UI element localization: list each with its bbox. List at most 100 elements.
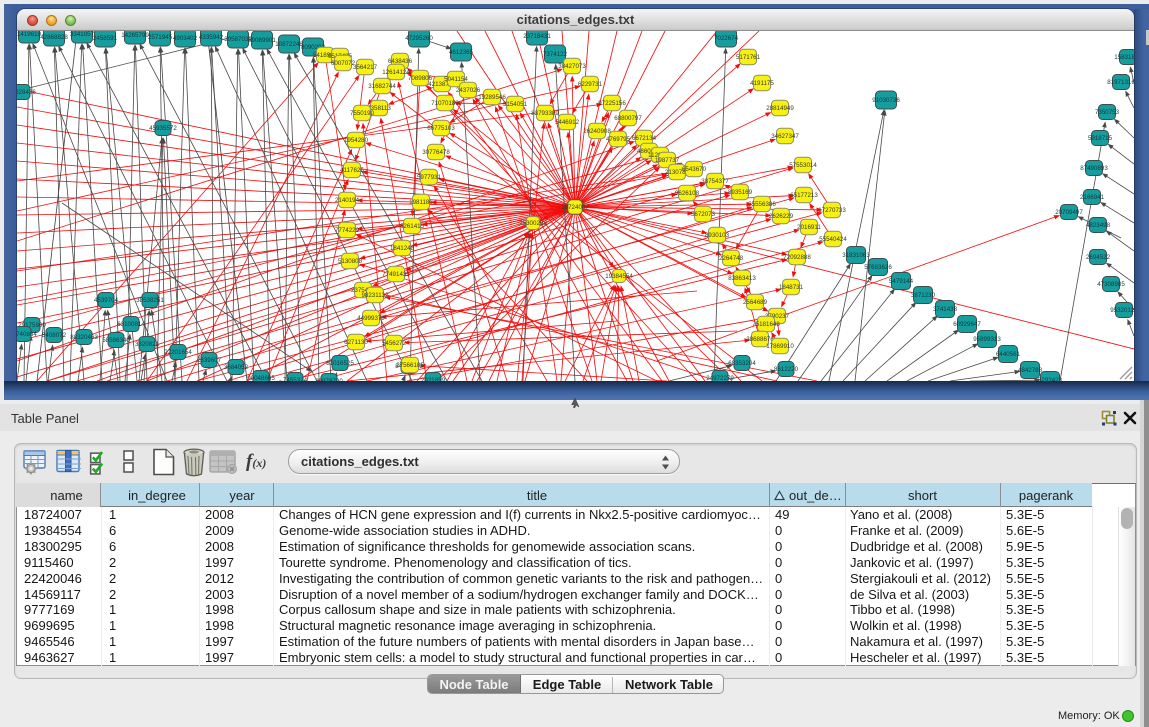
svg-text:10872248: 10872248 bbox=[275, 41, 303, 48]
svg-text:17270733: 17270733 bbox=[818, 207, 846, 214]
svg-text:4842788: 4842788 bbox=[1018, 367, 1043, 374]
svg-text:66775103: 66775103 bbox=[427, 125, 455, 132]
svg-text:3564217: 3564217 bbox=[353, 64, 378, 71]
svg-text:2016911: 2016911 bbox=[797, 224, 821, 231]
svg-text:5672073: 5672073 bbox=[691, 211, 716, 218]
svg-text:1841248: 1841248 bbox=[390, 245, 415, 252]
svg-text:3341057: 3341057 bbox=[70, 31, 95, 38]
svg-text:12614124: 12614124 bbox=[382, 69, 410, 76]
svg-text:68353204: 68353204 bbox=[728, 360, 756, 367]
svg-text:2458591: 2458591 bbox=[93, 35, 118, 42]
svg-text:4539704: 4539704 bbox=[94, 297, 119, 304]
svg-text:95320121: 95320121 bbox=[1110, 307, 1134, 314]
svg-text:14265799: 14265799 bbox=[121, 32, 149, 39]
svg-text:3320821: 3320821 bbox=[135, 341, 160, 348]
svg-text:34627347: 34627347 bbox=[771, 133, 799, 140]
svg-text:4117625: 4117625 bbox=[340, 167, 364, 174]
svg-text:81016525: 81016525 bbox=[326, 360, 354, 367]
svg-text:15831819: 15831819 bbox=[1114, 54, 1134, 61]
svg-text:20709497: 20709497 bbox=[1055, 209, 1083, 216]
svg-text:1981186: 1981186 bbox=[409, 199, 433, 206]
svg-text:1987737: 1987737 bbox=[655, 157, 680, 164]
svg-text:25300293: 25300293 bbox=[519, 220, 547, 227]
svg-text:83793389: 83793389 bbox=[531, 110, 559, 117]
svg-text:2166941: 2166941 bbox=[1080, 194, 1105, 201]
svg-text:19384554: 19384554 bbox=[605, 273, 633, 280]
svg-text:89978790: 89978790 bbox=[315, 378, 343, 381]
svg-text:6271130: 6271130 bbox=[344, 339, 368, 346]
svg-text:18724007: 18724007 bbox=[561, 204, 589, 211]
svg-text:2264748: 2264748 bbox=[719, 255, 744, 262]
svg-text:7774229: 7774229 bbox=[335, 227, 360, 234]
svg-text:57553014: 57553014 bbox=[789, 162, 817, 169]
svg-text:38754377: 38754377 bbox=[701, 178, 729, 185]
svg-text:2839607: 2839607 bbox=[197, 357, 222, 364]
svg-text:5408072: 5408072 bbox=[42, 332, 67, 339]
svg-text:4335942: 4335942 bbox=[199, 34, 224, 41]
svg-text:91030736: 91030736 bbox=[872, 97, 900, 104]
svg-text:5977931: 5977931 bbox=[417, 174, 442, 181]
svg-text:5446912: 5446912 bbox=[555, 119, 580, 126]
svg-text:6229731: 6229731 bbox=[578, 81, 603, 88]
svg-text:7455324: 7455324 bbox=[283, 377, 308, 381]
svg-text:2571945: 2571945 bbox=[148, 34, 173, 41]
svg-text:3684052: 3684052 bbox=[224, 364, 249, 371]
svg-text:47295260: 47295260 bbox=[405, 35, 433, 42]
svg-text:31682744: 31682744 bbox=[368, 83, 396, 90]
svg-text:28814949: 28814949 bbox=[766, 105, 794, 112]
svg-text:9626108: 9626108 bbox=[675, 190, 700, 197]
svg-text:26240908: 26240908 bbox=[583, 128, 611, 135]
svg-text:5171761: 5171761 bbox=[736, 54, 761, 61]
svg-text:3871230: 3871230 bbox=[911, 292, 936, 299]
svg-text:2694522: 2694522 bbox=[1086, 254, 1111, 261]
svg-text:7550190: 7550190 bbox=[350, 110, 375, 117]
svg-text:65177213: 65177213 bbox=[790, 192, 818, 199]
svg-text:71070189: 71070189 bbox=[431, 100, 459, 107]
svg-text:45935572: 45935572 bbox=[149, 125, 177, 132]
svg-text:89089901: 89089901 bbox=[248, 37, 276, 44]
svg-text:38688676: 38688676 bbox=[746, 336, 774, 343]
svg-text:24972279: 24972279 bbox=[706, 375, 734, 381]
svg-text:7022674: 7022674 bbox=[714, 35, 739, 42]
svg-text:2626229: 2626229 bbox=[769, 213, 794, 220]
svg-text:81971316: 81971316 bbox=[1107, 79, 1134, 86]
svg-text:77491435: 77491435 bbox=[382, 271, 410, 278]
svg-text:3741438: 3741438 bbox=[933, 306, 958, 313]
svg-text:83863413: 83863413 bbox=[728, 275, 756, 282]
svg-text:4823498: 4823498 bbox=[1086, 222, 1111, 229]
svg-text:8935169: 8935169 bbox=[728, 189, 753, 196]
svg-text:75181648: 75181648 bbox=[752, 321, 780, 328]
svg-text:6007072: 6007072 bbox=[331, 60, 356, 67]
svg-text:63100814: 63100814 bbox=[117, 321, 145, 328]
svg-text:2140194: 2140194 bbox=[335, 197, 360, 204]
svg-text:42868828: 42868828 bbox=[40, 34, 68, 41]
svg-text:4612365: 4612365 bbox=[449, 49, 474, 56]
svg-text:4769795: 4769795 bbox=[606, 136, 631, 143]
svg-text:6672134: 6672134 bbox=[632, 135, 657, 142]
svg-text:27566185: 27566185 bbox=[396, 362, 424, 369]
svg-text:7374122: 7374122 bbox=[543, 51, 568, 58]
svg-text:5130808: 5130808 bbox=[338, 258, 363, 265]
svg-text:17869910: 17869910 bbox=[766, 343, 794, 350]
svg-text:7350753: 7350753 bbox=[1095, 109, 1120, 116]
svg-text:6261415: 6261415 bbox=[400, 223, 425, 230]
svg-text:2564689: 2564689 bbox=[743, 299, 768, 306]
svg-text:28740864: 28740864 bbox=[17, 331, 37, 338]
svg-text:8612220: 8612220 bbox=[774, 366, 799, 373]
svg-text:55540424: 55540424 bbox=[819, 236, 847, 243]
svg-text:5456272: 5456272 bbox=[382, 340, 407, 347]
svg-text:19289546: 19289546 bbox=[478, 94, 506, 101]
svg-text:98231132: 98231132 bbox=[361, 292, 389, 299]
svg-text:88320463: 88320463 bbox=[70, 334, 98, 341]
svg-text:6543670: 6543670 bbox=[682, 166, 707, 173]
svg-text:60929647: 60929647 bbox=[953, 321, 981, 328]
svg-text:2437026: 2437026 bbox=[456, 87, 481, 94]
svg-text:6440561: 6440561 bbox=[996, 351, 1021, 358]
svg-text:30776478: 30776478 bbox=[422, 149, 450, 156]
svg-text:97225156: 97225156 bbox=[598, 100, 626, 107]
svg-text:58586340: 58586340 bbox=[102, 337, 130, 344]
svg-text:72092888: 72092888 bbox=[783, 254, 811, 261]
svg-text:1954280: 1954280 bbox=[344, 137, 369, 144]
svg-text:8930103: 8930103 bbox=[705, 232, 730, 239]
svg-text:87490893: 87490893 bbox=[1080, 165, 1108, 172]
